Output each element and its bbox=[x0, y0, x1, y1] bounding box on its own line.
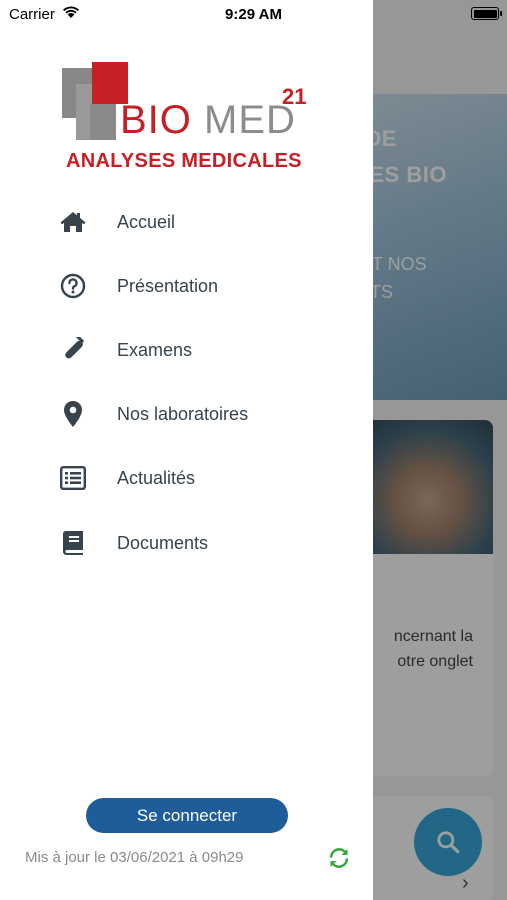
logo-square-grey-3 bbox=[90, 104, 116, 140]
refresh-icon[interactable] bbox=[327, 846, 351, 870]
navigation-drawer: BIO MED 21 ANALYSES MEDICALES Accueil Pr… bbox=[0, 0, 373, 900]
status-bar: Carrier 9:29 AM bbox=[0, 0, 507, 28]
menu-item-actualites[interactable]: Actualités bbox=[0, 450, 373, 506]
logo-wordmark: BIO MED bbox=[120, 98, 296, 142]
question-circle-icon bbox=[58, 271, 88, 301]
last-update-text: Mis à jour le 03/06/2021 à 09h29 bbox=[25, 849, 244, 866]
logo-superscript: 21 bbox=[282, 84, 307, 109]
menu-item-documents[interactable]: Documents bbox=[0, 515, 373, 571]
menu-item-label: Examens bbox=[117, 339, 193, 360]
menu-item-label: Nos laboratoires bbox=[117, 403, 249, 424]
menu-item-presentation[interactable]: Présentation bbox=[0, 258, 373, 314]
menu-item-label: Actualités bbox=[117, 467, 196, 488]
home-icon bbox=[58, 207, 88, 237]
menu-item-label: Accueil bbox=[117, 211, 176, 232]
test-tube-icon bbox=[58, 335, 88, 365]
menu-item-examens[interactable]: Examens bbox=[0, 322, 373, 378]
logo-tagline: ANALYSES MEDICALES bbox=[66, 150, 302, 172]
book-icon bbox=[58, 528, 88, 558]
menu-item-label: Documents bbox=[117, 532, 209, 553]
battery-tip bbox=[500, 11, 502, 16]
biomed-logo: BIO MED 21 ANALYSES MEDICALES bbox=[62, 58, 312, 173]
menu-item-accueil[interactable]: Accueil bbox=[0, 194, 373, 250]
clock: 9:29 AM bbox=[225, 6, 282, 23]
logo-bio: BIO bbox=[120, 98, 192, 142]
news-list-icon bbox=[58, 463, 88, 493]
location-pin-icon bbox=[58, 399, 88, 429]
menu-item-nos-laboratoires[interactable]: Nos laboratoires bbox=[0, 386, 373, 442]
login-button[interactable]: Se connecter bbox=[86, 798, 288, 833]
battery-icon bbox=[471, 7, 499, 20]
menu-item-label: Présentation bbox=[117, 275, 219, 296]
